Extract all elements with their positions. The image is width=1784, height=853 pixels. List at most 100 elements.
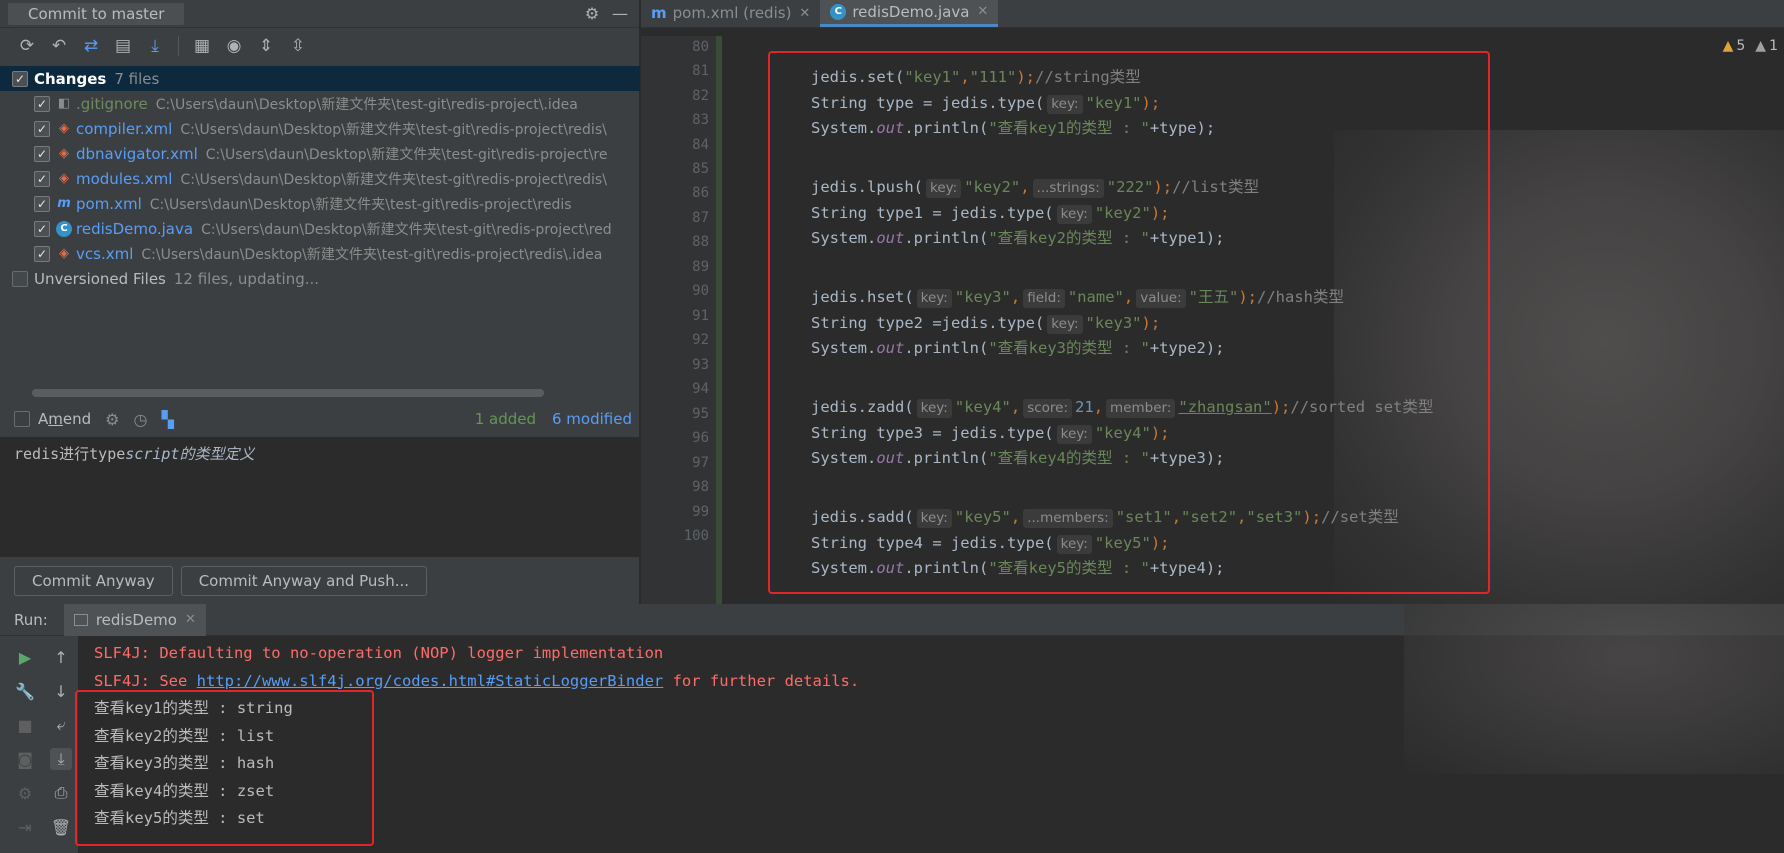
commit-message-italic: script的类型定义 — [125, 445, 255, 463]
gitignore-icon: ◧ — [57, 96, 71, 111]
trash-icon[interactable]: 🗑 — [50, 816, 72, 838]
file-checkbox[interactable]: ✓ — [34, 245, 50, 262]
file-name: compiler.xml — [76, 119, 173, 138]
file-path: C:\Users\daun\Desktop\新建文件夹\test-git\red… — [205, 146, 608, 163]
modified-count[interactable]: 6 modified — [552, 410, 632, 428]
close-icon[interactable]: ✕ — [977, 4, 988, 19]
group-icon[interactable]: ▦ — [189, 33, 215, 59]
file-row[interactable]: ✓ ◈ compiler.xml C:\Users\daun\Desktop\新… — [0, 116, 640, 141]
vcs-change-marker[interactable] — [716, 36, 722, 604]
editor-tab-bar: m pom.xml (redis) ✕ C redisDemo.java ✕ — [641, 0, 1784, 28]
run-panel: Run: redisDemo ✕ ▶ 🔧 ■ ◙ ⚙ ⇥ ↑ ↓ ⤶ ⤓ ⎙ 🗑… — [0, 603, 1784, 853]
warning-indicator[interactable]: ▲ 5 — [1723, 38, 1746, 54]
line-number: 93 — [692, 357, 709, 373]
stop-icon[interactable]: ■ — [14, 714, 36, 736]
commit-anyway-button[interactable]: Commit Anyway — [14, 566, 173, 596]
close-icon[interactable]: ✕ — [799, 6, 810, 21]
line-number: 82 — [692, 88, 709, 104]
line-number: 80 — [692, 39, 709, 55]
unversioned-status: 12 files, updating... — [173, 269, 320, 288]
arrow-up-icon[interactable]: ↑ — [50, 646, 72, 668]
refresh-icon[interactable]: ⟳ — [14, 33, 40, 59]
file-row[interactable]: ✓ C redisDemo.java C:\Users\daun\Desktop… — [0, 216, 640, 241]
line-number: 100 — [683, 528, 709, 544]
commit-toolbar: ⟳ ↶ ⇄ ▤ ⤓ ▦ ◉ ⇕ ⇳ — [0, 28, 639, 64]
commit-message-text: redis进行type — [14, 445, 126, 463]
tab-redisdemo-java[interactable]: C redisDemo.java ✕ — [820, 0, 999, 27]
download-icon[interactable]: ⤓ — [142, 33, 168, 59]
file-path: C:\Users\daun\Desktop\新建文件夹\test-git\red… — [201, 221, 612, 238]
scroll-to-end-icon[interactable]: ⤓ — [50, 748, 72, 770]
horizontal-scrollbar[interactable] — [32, 389, 544, 397]
collapse-icon[interactable]: ⇳ — [285, 33, 311, 59]
changes-group-count: 7 files — [114, 69, 160, 88]
line-number: 83 — [692, 112, 709, 128]
close-icon[interactable]: ✕ — [185, 612, 196, 627]
line-number: 97 — [692, 455, 709, 471]
minimize-icon[interactable]: — — [609, 3, 631, 25]
line-number: 99 — [692, 504, 709, 520]
camera-icon[interactable]: ◙ — [14, 748, 36, 770]
amend-label[interactable]: Amend — [38, 410, 91, 428]
unversioned-group-row[interactable]: Unversioned Files 12 files, updating... — [0, 266, 640, 291]
commit-and-push-button[interactable]: Commit Anyway and Push... — [180, 566, 428, 596]
amend-checkbox[interactable] — [14, 411, 30, 427]
line-number: 84 — [692, 137, 709, 153]
warning-count: 5 — [1736, 38, 1746, 54]
shelve-icon[interactable]: ▤ — [110, 33, 136, 59]
wrench-icon[interactable]: 🔧 — [14, 680, 36, 702]
rerun-icon[interactable]: ▶ — [14, 646, 36, 668]
file-checkbox[interactable]: ✓ — [34, 195, 50, 212]
file-row[interactable]: ✓ ◈ modules.xml C:\Users\daun\Desktop\新建… — [0, 166, 640, 191]
file-checkbox[interactable]: ✓ — [34, 95, 50, 112]
file-path: C:\Users\daun\Desktop\新建文件夹\test-git\red… — [180, 121, 607, 138]
console-link[interactable]: http://www.slf4j.org/codes.html#StaticLo… — [197, 672, 664, 690]
exit-icon[interactable]: ⇥ — [14, 816, 36, 838]
line-number: 86 — [692, 185, 709, 201]
commit-buttons: Commit Anyway Commit Anyway and Push... — [14, 566, 428, 596]
file-name: redisDemo.java — [76, 219, 194, 238]
line-number: 94 — [692, 381, 709, 397]
inspection-indicators[interactable]: ▲ 5 ▲ 1 — [1723, 38, 1778, 54]
commit-panel-title[interactable]: Commit to master — [8, 2, 185, 25]
file-row[interactable]: ✓ m pom.xml C:\Users\daun\Desktop\新建文件夹\… — [0, 191, 640, 216]
run-toolbar: ▶ 🔧 ■ ◙ ⚙ ⇥ ↑ ↓ ⤶ ⤓ ⎙ 🗑 — [0, 636, 78, 853]
weak-warning-indicator[interactable]: ▲ 1 — [1755, 38, 1778, 54]
file-name: pom.xml — [76, 194, 142, 213]
history-icon[interactable]: ◷ — [134, 410, 148, 429]
soft-wrap-icon[interactable]: ⤶ — [50, 714, 72, 736]
console-text: SLF4J: See — [94, 671, 197, 690]
arrow-down-icon[interactable]: ↓ — [50, 680, 72, 702]
eye-icon[interactable]: ◉ — [221, 33, 247, 59]
added-count: 1 added — [474, 410, 536, 428]
tab-label: pom.xml (redis) — [672, 4, 792, 22]
file-name: vcs.xml — [76, 244, 134, 263]
line-number: 88 — [692, 234, 709, 250]
run-tab-redisdemo[interactable]: redisDemo ✕ — [63, 603, 206, 636]
line-number: 90 — [692, 283, 709, 299]
file-checkbox[interactable]: ✓ — [34, 170, 50, 187]
print-icon[interactable]: ⎙ — [50, 782, 72, 804]
rollback-icon[interactable]: ↶ — [46, 33, 72, 59]
xml-icon: ◈ — [59, 121, 69, 136]
tab-pom-xml[interactable]: m pom.xml (redis) ✕ — [641, 0, 820, 27]
file-row[interactable]: ✓ ◈ vcs.xml C:\Users\daun\Desktop\新建文件夹\… — [0, 241, 640, 266]
commit-options-icon[interactable]: ▚ — [161, 410, 173, 429]
gear-icon[interactable]: ⚙ — [581, 3, 603, 25]
expand-icon[interactable]: ⇕ — [253, 33, 279, 59]
unversioned-checkbox[interactable] — [12, 270, 28, 287]
file-row[interactable]: ✓ ◧ .gitignore C:\Users\daun\Desktop\新建文… — [0, 91, 640, 116]
file-checkbox[interactable]: ✓ — [34, 120, 50, 137]
line-number: 92 — [692, 332, 709, 348]
maven-icon: m — [651, 4, 667, 22]
file-row[interactable]: ✓ ◈ dbnavigator.xml C:\Users\daun\Deskto… — [0, 141, 640, 166]
file-checkbox[interactable]: ✓ — [34, 220, 50, 237]
settings-icon[interactable]: ⚙ — [105, 410, 119, 429]
file-checkbox[interactable]: ✓ — [34, 145, 50, 162]
line-number: 91 — [692, 308, 709, 324]
commit-message-field[interactable]: redis进行typescript的类型定义 — [0, 437, 640, 557]
settings-icon[interactable]: ⚙ — [14, 782, 36, 804]
changes-group-checkbox[interactable]: ✓ — [12, 70, 28, 87]
diff-icon[interactable]: ⇄ — [78, 33, 104, 59]
changes-group-row[interactable]: ✓ Changes 7 files — [0, 66, 640, 91]
